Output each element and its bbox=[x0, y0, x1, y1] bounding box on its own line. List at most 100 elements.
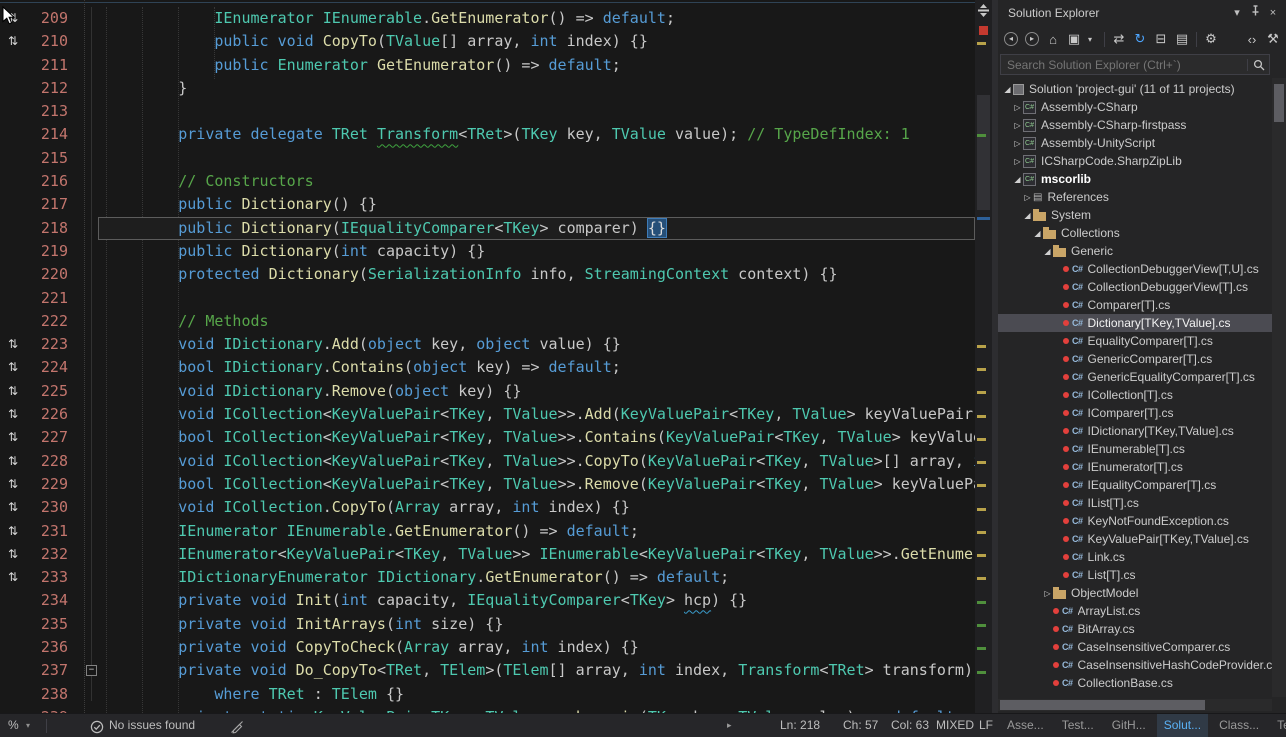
code-line[interactable]: void ICollection.CopyTo(Array array, int… bbox=[98, 496, 975, 519]
implements-arrows-icon[interactable]: ⇅ bbox=[0, 520, 26, 543]
search-input[interactable] bbox=[1001, 58, 1247, 72]
window-position-icon[interactable]: ▾ bbox=[1228, 4, 1246, 22]
scrollbar-thumb[interactable] bbox=[977, 95, 990, 210]
refresh-icon[interactable]: ↻ bbox=[1133, 31, 1147, 47]
tree-item[interactable]: C#IEnumerator[T].cs bbox=[998, 458, 1272, 476]
code-line[interactable]: bool ICollection<KeyValuePair<TKey, TVal… bbox=[98, 426, 975, 449]
tree-item[interactable]: ◢System bbox=[998, 206, 1272, 224]
tree-item[interactable]: C#List[T].cs bbox=[998, 566, 1272, 584]
line-number[interactable]: 239 bbox=[26, 706, 76, 713]
tree-item[interactable]: ▷C#Assembly-CSharp bbox=[998, 98, 1272, 116]
line-number[interactable]: 219 bbox=[26, 240, 76, 263]
code-line[interactable]: private void CopyToCheck(Array array, in… bbox=[98, 636, 975, 659]
line-number[interactable]: 234 bbox=[26, 589, 76, 612]
zoom-control[interactable]: % bbox=[8, 714, 19, 737]
line-number[interactable]: 223 bbox=[26, 333, 76, 356]
expander-icon[interactable]: ◢ bbox=[1022, 211, 1033, 220]
switch-views-icon[interactable]: ▣ bbox=[1067, 31, 1081, 47]
line-number[interactable]: 227 bbox=[26, 426, 76, 449]
line-number[interactable]: 217 bbox=[26, 193, 76, 216]
scrollbar-thumb[interactable] bbox=[1000, 700, 1205, 710]
tree-item[interactable]: C#Link.cs bbox=[998, 548, 1272, 566]
line-number[interactable]: 220 bbox=[26, 263, 76, 286]
code-editor[interactable]: ⇅⇅⇅⇅⇅⇅⇅⇅⇅⇅⇅⇅⇅ 20921021121221321421521621… bbox=[0, 0, 992, 713]
dock-tab-tea[interactable]: Tea... bbox=[1270, 714, 1286, 737]
outlining-margin[interactable]: − bbox=[84, 0, 98, 713]
line-number[interactable]: 218 bbox=[26, 217, 76, 240]
indent-mode-indicator[interactable]: MIXED bbox=[936, 714, 974, 737]
collapse-all-icon[interactable]: ⊟ bbox=[1154, 31, 1168, 47]
code-line[interactable] bbox=[98, 287, 975, 310]
line-number[interactable]: 236 bbox=[26, 636, 76, 659]
tree-item[interactable]: C#ArrayList.cs bbox=[998, 602, 1272, 620]
line-number[interactable]: 221 bbox=[26, 287, 76, 310]
tree-item[interactable]: C#CollectionDebuggerView[T].cs bbox=[998, 278, 1272, 296]
issues-status-label[interactable]: No issues found bbox=[109, 714, 195, 737]
sync-with-active-document-icon[interactable]: ⇄ bbox=[1112, 31, 1126, 47]
code-line[interactable]: private void Init(int capacity, IEqualit… bbox=[98, 589, 975, 612]
code-line[interactable]: bool IDictionary.Contains(object key) =>… bbox=[98, 356, 975, 379]
editor-vertical-scrollbar[interactable] bbox=[975, 0, 992, 713]
tree-item[interactable]: C#IDictionary[TKey,TValue].cs bbox=[998, 422, 1272, 440]
code-line[interactable]: IEnumerator IEnumerable.GetEnumerator() … bbox=[98, 7, 975, 30]
line-number[interactable]: 232 bbox=[26, 543, 76, 566]
expander-icon[interactable]: ▷ bbox=[1042, 589, 1053, 598]
expander-icon[interactable]: ▷ bbox=[1012, 103, 1023, 112]
tree-item[interactable]: C#IEqualityComparer[T].cs bbox=[998, 476, 1272, 494]
line-number[interactable]: 237 bbox=[26, 659, 76, 682]
expander-icon[interactable]: ▷ bbox=[1012, 157, 1023, 166]
tree-item[interactable]: C#IEnumerable[T].cs bbox=[998, 440, 1272, 458]
tree-horizontal-scrollbar[interactable] bbox=[998, 699, 1272, 711]
code-line[interactable]: where TRet : TElem {} bbox=[98, 683, 975, 706]
line-number[interactable]: 228 bbox=[26, 450, 76, 473]
code-line[interactable]: public Enumerator GetEnumerator() => def… bbox=[98, 54, 975, 77]
close-icon[interactable]: × bbox=[1264, 4, 1282, 22]
panel-header[interactable]: Solution Explorer ▾ × bbox=[998, 0, 1286, 26]
implements-arrows-icon[interactable]: ⇅ bbox=[0, 566, 26, 589]
code-line[interactable]: IEnumerator IEnumerable.GetEnumerator() … bbox=[98, 520, 975, 543]
code-line[interactable]: public Dictionary() {} bbox=[98, 193, 975, 216]
code-line[interactable]: private delegate TRet Transform<TRet>(TK… bbox=[98, 123, 975, 146]
tree-item[interactable]: ◢Solution 'project-gui' (11 of 11 projec… bbox=[998, 80, 1272, 98]
code-line[interactable] bbox=[98, 147, 975, 170]
tree-item[interactable]: ▷C#ICSharpCode.SharpZipLib bbox=[998, 152, 1272, 170]
edit-disabled-icon[interactable] bbox=[230, 719, 244, 733]
tree-item[interactable]: ▷ObjectModel bbox=[998, 584, 1272, 602]
tree-item[interactable]: C#Comparer[T].cs bbox=[998, 296, 1272, 314]
dock-tab-gith[interactable]: GitH... bbox=[1105, 714, 1153, 737]
code-line[interactable]: void ICollection<KeyValuePair<TKey, TVal… bbox=[98, 450, 975, 473]
line-number[interactable]: 233 bbox=[26, 566, 76, 589]
line-number[interactable]: 215 bbox=[26, 147, 76, 170]
implements-arrows-icon[interactable]: ⇅ bbox=[0, 356, 26, 379]
tree-item[interactable]: ◢Collections bbox=[998, 224, 1272, 242]
zoom-caret-icon[interactable]: ▾ bbox=[26, 714, 30, 737]
search-icon[interactable] bbox=[1247, 59, 1269, 71]
tree-item[interactable]: C#CaseInsensitiveHashCodeProvider.cs bbox=[998, 656, 1272, 674]
tree-item[interactable]: ◢C#mscorlib bbox=[998, 170, 1272, 188]
implements-arrows-icon[interactable]: ⇅ bbox=[0, 496, 26, 519]
tree-item[interactable]: C#EqualityComparer[T].cs bbox=[998, 332, 1272, 350]
tree-item[interactable]: ▷C#Assembly-CSharp-firstpass bbox=[998, 116, 1272, 134]
tree-item[interactable]: C#KeyNotFoundException.cs bbox=[998, 512, 1272, 530]
forward-icon[interactable]: ▸ bbox=[1025, 32, 1039, 46]
code-line[interactable]: private void InitArrays(int size) {} bbox=[98, 613, 975, 636]
dock-tab-solut[interactable]: Solut... bbox=[1157, 714, 1208, 737]
line-number[interactable]: 216 bbox=[26, 170, 76, 193]
tree-item[interactable]: ◢Generic bbox=[998, 242, 1272, 260]
code-line[interactable]: private static KeyValuePair<TKey, TValue… bbox=[98, 706, 975, 713]
line-number[interactable]: 231 bbox=[26, 520, 76, 543]
switch-views-caret-icon[interactable]: ▾ bbox=[1083, 35, 1097, 44]
tree-item[interactable]: C#Dictionary[TKey,TValue].cs bbox=[998, 314, 1272, 332]
implements-arrows-icon[interactable]: ⇅ bbox=[0, 473, 26, 496]
code-line[interactable]: // Constructors bbox=[98, 170, 975, 193]
code-line[interactable]: } bbox=[98, 77, 975, 100]
implements-arrows-icon[interactable]: ⇅ bbox=[0, 426, 26, 449]
implements-arrows-icon[interactable]: ⇅ bbox=[0, 333, 26, 356]
tree-item[interactable]: C#CollectionDebuggerView[T,U].cs bbox=[998, 260, 1272, 278]
tree-item[interactable]: C#GenericEqualityComparer[T].cs bbox=[998, 368, 1272, 386]
tree-item[interactable]: ▷C#Assembly-UnityScript bbox=[998, 134, 1272, 152]
expander-icon[interactable]: ◢ bbox=[1032, 229, 1043, 238]
collapse-region-button[interactable]: − bbox=[86, 665, 97, 676]
code-line[interactable]: public Dictionary(int capacity) {} bbox=[98, 240, 975, 263]
dock-tab-class[interactable]: Class... bbox=[1212, 714, 1266, 737]
